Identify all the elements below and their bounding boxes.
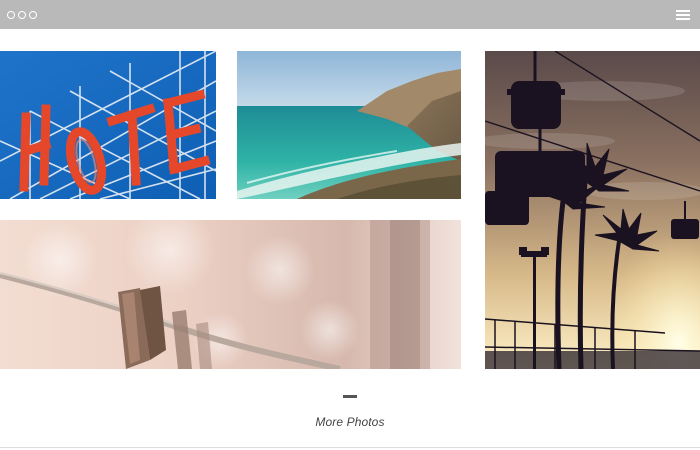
window-control-circle-icon[interactable] [18,11,26,19]
ocean-coastline-photo[interactable] [237,51,461,199]
window-control-circle-icon[interactable] [7,11,15,19]
bottom-divider [0,447,700,448]
more-photos-section: More Photos [0,395,700,431]
hamburger-menu-icon[interactable] [676,10,690,20]
section-divider-bar [343,395,357,398]
clothespins-on-line-photo[interactable] [0,220,461,369]
palm-trees-chairlift-sunset-photo[interactable] [485,51,700,369]
window-title-bar [0,0,700,29]
window-control-circle-icon[interactable] [29,11,37,19]
more-photos-link[interactable]: More Photos [315,415,384,429]
window-controls [7,11,37,19]
hotel-sign-photo[interactable] [0,51,216,199]
